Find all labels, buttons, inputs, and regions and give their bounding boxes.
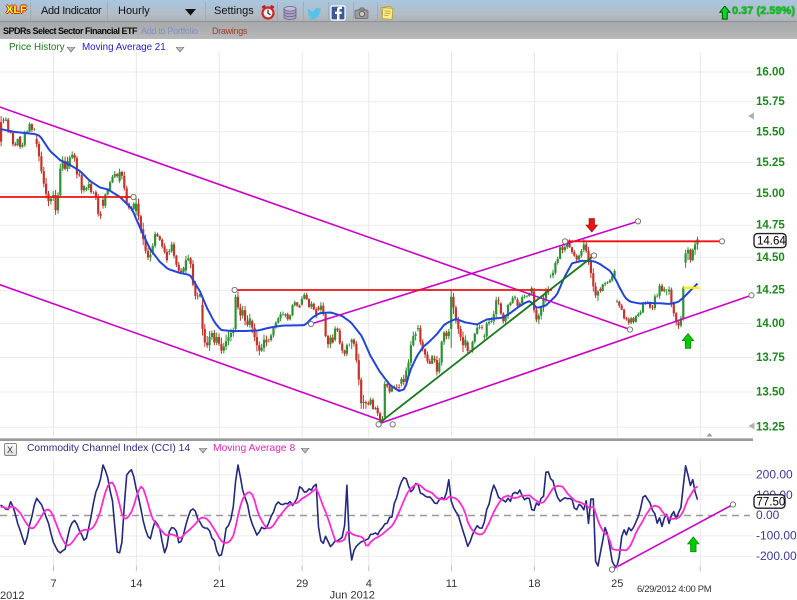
svg-text:21: 21	[213, 578, 225, 590]
svg-text:18: 18	[528, 578, 540, 590]
svg-text:16.00: 16.00	[756, 67, 785, 79]
svg-text:13.25: 13.25	[756, 422, 785, 434]
svg-text:14.50: 14.50	[756, 252, 785, 264]
svg-text:0.00: 0.00	[756, 508, 780, 522]
svg-text:14: 14	[130, 578, 142, 590]
svg-text:-100.00: -100.00	[756, 529, 797, 543]
svg-text:Jun 2012: Jun 2012	[330, 590, 375, 600]
svg-text:14.25: 14.25	[756, 285, 785, 297]
svg-text:15.00: 15.00	[756, 188, 785, 200]
svg-text:15.50: 15.50	[756, 126, 785, 138]
svg-text:77.50: 77.50	[757, 496, 786, 508]
svg-text:15.25: 15.25	[756, 157, 785, 169]
svg-text:15.75: 15.75	[756, 96, 785, 108]
svg-text:14.64: 14.64	[757, 236, 786, 248]
svg-text:4: 4	[366, 578, 372, 590]
svg-text:200.00: 200.00	[756, 467, 793, 481]
svg-text:2012: 2012	[0, 590, 24, 600]
svg-text:6/29/2012 4:00 PM: 6/29/2012 4:00 PM	[637, 584, 712, 595]
svg-text:11: 11	[446, 578, 457, 590]
svg-text:13.75: 13.75	[756, 352, 785, 364]
svg-text:14.00: 14.00	[756, 318, 785, 330]
svg-text:7: 7	[50, 578, 56, 590]
svg-text:29: 29	[296, 578, 308, 590]
svg-text:13.50: 13.50	[756, 387, 785, 399]
svg-text:25: 25	[611, 578, 623, 590]
svg-text:-200.00: -200.00	[756, 549, 797, 563]
svg-text:14.75: 14.75	[756, 220, 785, 232]
